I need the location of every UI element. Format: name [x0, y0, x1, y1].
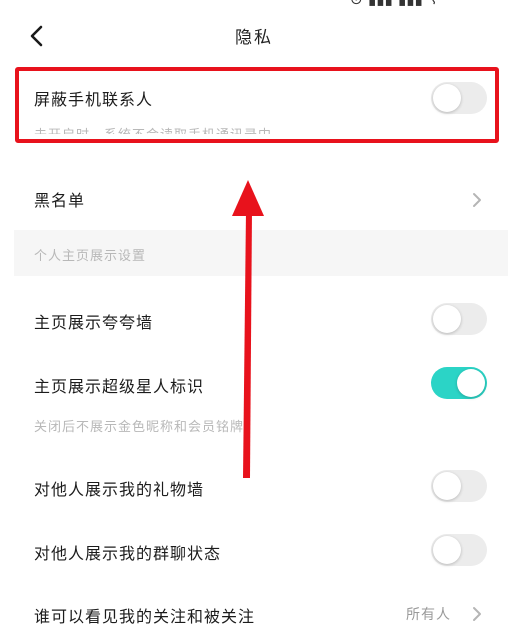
blacklist-row[interactable]: 黑名单: [0, 170, 508, 226]
block-contacts-hint: 未开启时，系统不会读取手机通讯录中: [34, 124, 272, 134]
signal-icon-2: ▮▮▮: [398, 0, 423, 8]
toggle-knob: [457, 369, 485, 397]
gift-wall-toggle[interactable]: [431, 470, 487, 502]
chevron-right-icon: [473, 193, 481, 207]
super-star-toggle[interactable]: [431, 367, 487, 399]
gift-wall-label: 对他人展示我的礼物墙: [34, 480, 205, 499]
praise-wall-toggle[interactable]: [431, 303, 487, 335]
praise-wall-label: 主页展示夸夸墙: [34, 313, 154, 332]
super-star-label: 主页展示超级星人标识: [34, 377, 205, 396]
gift-wall-row: 对他人展示我的礼物墙: [0, 460, 508, 516]
super-star-row: 主页展示超级星人标识 关闭后不展示金色昵称和会员铭牌: [0, 356, 508, 436]
group-status-row: 对他人展示我的群聊状态: [0, 524, 508, 580]
block-contacts-toggle[interactable]: [431, 82, 487, 114]
section-header: 个人主页展示设置: [14, 230, 508, 276]
wifi-icon: ⌇: [430, 0, 437, 8]
super-star-hint: 关闭后不展示金色昵称和会员铭牌: [34, 420, 245, 435]
blacklist-label: 黑名单: [34, 191, 86, 210]
toggle-knob: [433, 536, 461, 564]
section-title: 个人主页展示设置: [34, 249, 147, 264]
block-contacts-row: 屏蔽手机联系人 未开启时，系统不会读取手机通讯录中: [0, 70, 508, 144]
toggle-knob: [433, 84, 461, 112]
group-status-toggle[interactable]: [431, 534, 487, 566]
nav-bar: 隐私: [0, 12, 508, 58]
follow-visibility-row[interactable]: 谁可以看见我的关注和被关注 所有人: [0, 590, 508, 643]
block-contacts-label: 屏蔽手机联系人: [34, 90, 154, 109]
status-bar: ⊙ ▮▮▮ ▮▮▮ ⌇: [0, 0, 508, 8]
page-title: 隐私: [235, 28, 273, 48]
chevron-right-icon: [473, 607, 481, 621]
toggle-knob: [433, 472, 461, 500]
praise-wall-row: 主页展示夸夸墙: [0, 292, 508, 348]
alarm-icon: ⊙: [350, 0, 363, 8]
signal-icon: ▮▮▮: [368, 0, 393, 8]
follow-visibility-label: 谁可以看见我的关注和被关注: [34, 607, 256, 626]
toggle-knob: [433, 305, 461, 333]
follow-visibility-value: 所有人: [406, 607, 451, 623]
group-status-label: 对他人展示我的群聊状态: [34, 544, 222, 563]
